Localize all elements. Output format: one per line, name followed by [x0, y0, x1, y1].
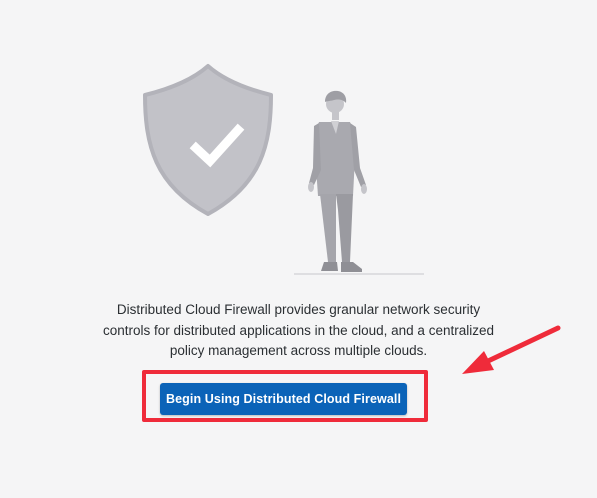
firewall-empty-state-page: Distributed Cloud Firewall provides gran…: [0, 0, 597, 498]
empty-state-illustration: [143, 64, 424, 275]
begin-using-firewall-button[interactable]: Begin Using Distributed Cloud Firewall: [160, 383, 407, 415]
shield-check-icon: [143, 64, 273, 216]
standing-person-illustration: [308, 90, 367, 272]
red-pointer-arrow-icon: [462, 325, 561, 374]
